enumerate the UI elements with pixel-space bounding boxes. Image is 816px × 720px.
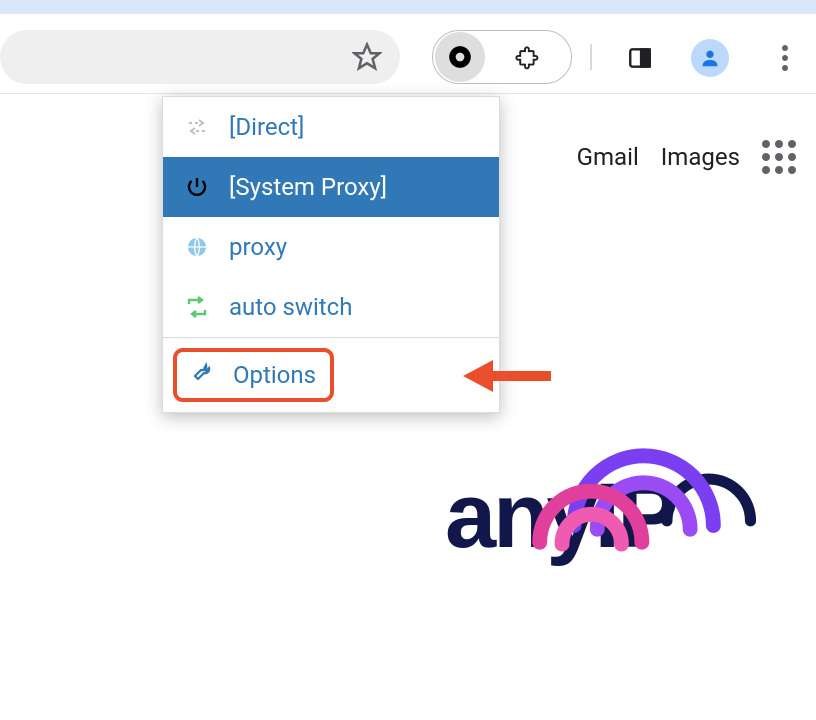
menu-item-auto-switch[interactable]: auto switch xyxy=(163,277,499,337)
images-link[interactable]: Images xyxy=(661,143,740,171)
menu-item-label: proxy xyxy=(229,233,287,261)
toolbar-separator xyxy=(590,44,592,70)
menu-item-system-proxy[interactable]: [System Proxy] xyxy=(163,157,499,217)
power-icon xyxy=(183,175,211,199)
options-label: Options xyxy=(233,361,316,389)
apps-grid-icon[interactable] xyxy=(762,140,796,174)
swap-icon xyxy=(183,115,211,139)
anyip-logo: anyIP xyxy=(445,470,675,562)
address-bar[interactable] xyxy=(0,30,400,84)
avatar-icon xyxy=(691,39,729,77)
google-header-links: Gmail Images xyxy=(577,140,816,174)
wrench-icon xyxy=(191,360,215,390)
profile-button[interactable] xyxy=(690,38,730,78)
side-panel-button[interactable] xyxy=(620,38,660,78)
menu-item-label: [Direct] xyxy=(229,113,304,141)
bookmark-star-icon[interactable] xyxy=(352,42,382,72)
switchyomega-popup-menu: [Direct] [System Proxy] proxy auto switc… xyxy=(162,96,500,413)
menu-item-direct[interactable]: [Direct] xyxy=(163,97,499,157)
browser-toolbar xyxy=(0,14,816,94)
menu-item-proxy[interactable]: proxy xyxy=(163,217,499,277)
globe-icon xyxy=(183,235,211,259)
chrome-menu-button[interactable] xyxy=(770,38,800,78)
menu-options-row: Options xyxy=(163,338,499,412)
options-button[interactable]: Options xyxy=(173,348,334,402)
menu-item-label: [System Proxy] xyxy=(229,173,387,201)
menu-item-label: auto switch xyxy=(229,293,352,321)
extensions-button[interactable] xyxy=(485,43,571,71)
cycle-icon xyxy=(183,295,211,319)
annotation-arrow-icon xyxy=(463,356,553,402)
switchyomega-extension-button[interactable] xyxy=(435,32,485,82)
gmail-link[interactable]: Gmail xyxy=(577,143,639,171)
anyip-cloud-arcs-icon xyxy=(523,428,783,562)
tab-strip xyxy=(0,0,816,14)
extensions-group xyxy=(432,30,572,84)
